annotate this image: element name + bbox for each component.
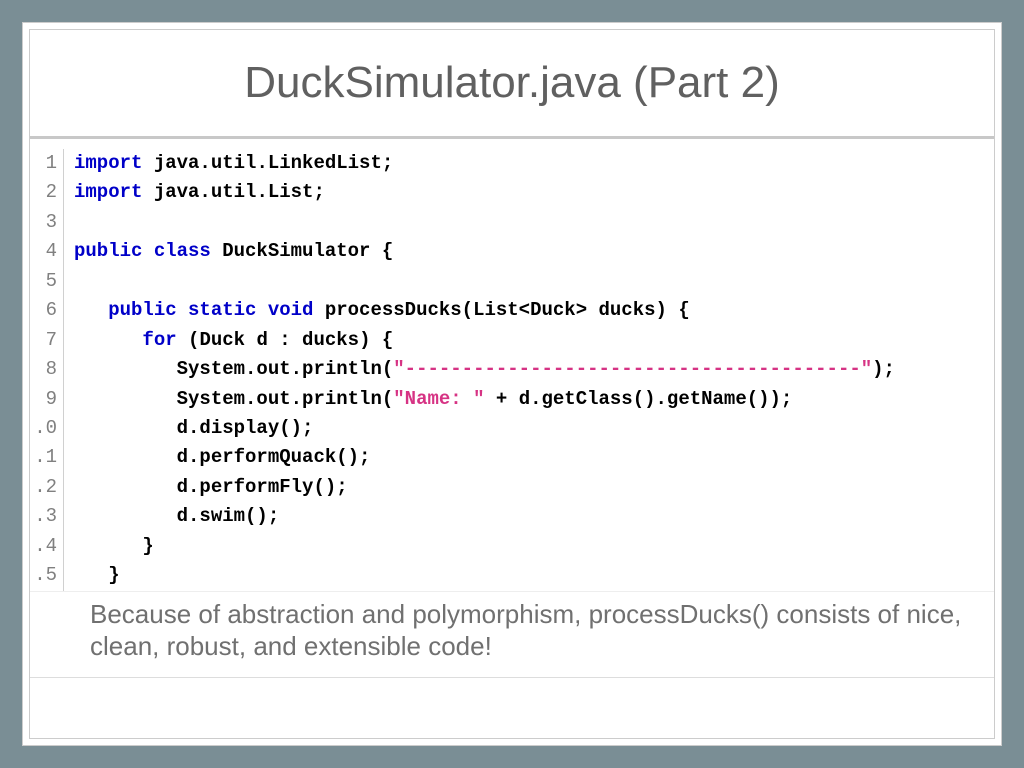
code-line: public static void processDucks(List<Duc…	[74, 296, 895, 325]
line-number: .5	[30, 561, 57, 590]
line-number: 7	[30, 326, 57, 355]
code-line: }	[74, 532, 895, 561]
line-number: 3	[30, 208, 57, 237]
line-number: 8	[30, 355, 57, 384]
line-number: 4	[30, 237, 57, 266]
slide-caption: Because of abstraction and polymorphism,…	[30, 591, 994, 663]
slide-frame: DuckSimulator.java (Part 2) 123456789.0.…	[22, 22, 1002, 746]
code-line: System.out.println("--------------------…	[74, 355, 895, 384]
code-line: import java.util.List;	[74, 178, 895, 207]
line-number: .3	[30, 502, 57, 531]
slide-inner: DuckSimulator.java (Part 2) 123456789.0.…	[29, 29, 995, 739]
line-number-gutter: 123456789.0.1.2.3.4.5	[30, 149, 64, 591]
line-number: .4	[30, 532, 57, 561]
code-line	[74, 208, 895, 237]
line-number: .1	[30, 443, 57, 472]
code-line: public class DuckSimulator {	[74, 237, 895, 266]
title-container: DuckSimulator.java (Part 2)	[30, 30, 994, 139]
line-number: 1	[30, 149, 57, 178]
bottom-divider	[30, 677, 994, 681]
line-number: 2	[30, 178, 57, 207]
code-line: import java.util.LinkedList;	[74, 149, 895, 178]
code-area: 123456789.0.1.2.3.4.5 import java.util.L…	[30, 139, 994, 738]
code-line: System.out.println("Name: " + d.getClass…	[74, 385, 895, 414]
line-number: 9	[30, 385, 57, 414]
code-line: d.performFly();	[74, 473, 895, 502]
code-content: import java.util.LinkedList;import java.…	[64, 149, 895, 591]
line-number: 5	[30, 267, 57, 296]
line-number: .0	[30, 414, 57, 443]
code-line: for (Duck d : ducks) {	[74, 326, 895, 355]
code-block: 123456789.0.1.2.3.4.5 import java.util.L…	[30, 149, 994, 591]
code-line: }	[74, 561, 895, 590]
slide-title: DuckSimulator.java (Part 2)	[50, 58, 974, 108]
code-line: d.swim();	[74, 502, 895, 531]
line-number: .2	[30, 473, 57, 502]
code-line	[74, 267, 895, 296]
code-line: d.display();	[74, 414, 895, 443]
line-number: 6	[30, 296, 57, 325]
code-line: d.performQuack();	[74, 443, 895, 472]
